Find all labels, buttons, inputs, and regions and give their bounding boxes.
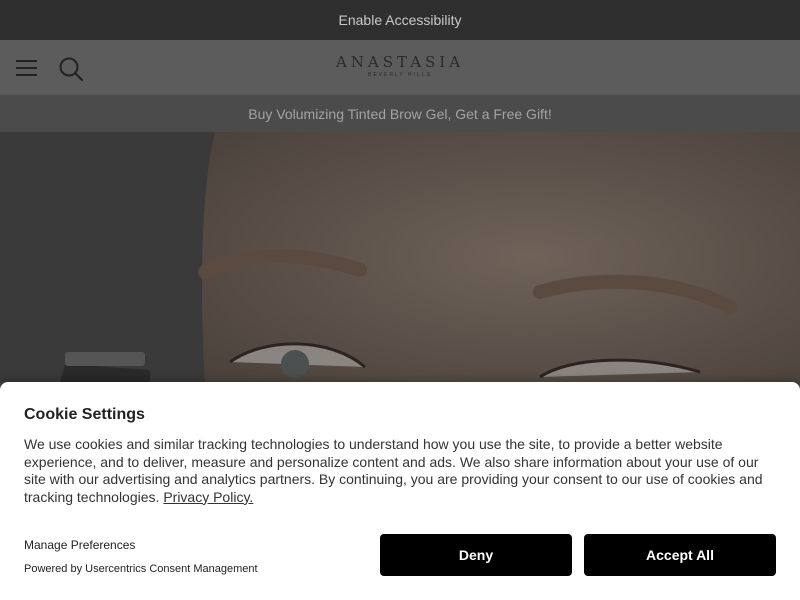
hamburger-menu-icon[interactable] — [16, 60, 37, 76]
cookie-settings-title: Cookie Settings — [24, 406, 145, 423]
hero-face-illustration — [0, 132, 800, 382]
enable-accessibility-label: Enable Accessibility — [338, 12, 462, 28]
privacy-policy-link[interactable]: Privacy Policy. — [163, 489, 253, 505]
promo-text: Buy Volumizing Tinted Brow Gel, Get a Fr… — [248, 105, 552, 122]
logo-wordmark: ANASTASIA — [335, 53, 465, 71]
deny-button[interactable]: Deny — [380, 534, 572, 576]
manage-preferences-link[interactable]: Manage Preferences — [24, 538, 135, 552]
enable-accessibility-button[interactable]: Enable Accessibility — [0, 0, 800, 40]
search-icon[interactable] — [58, 56, 84, 82]
promo-banner[interactable]: Buy Volumizing Tinted Brow Gel, Get a Fr… — [0, 95, 800, 132]
cookie-settings-description: We use cookies and similar tracking tech… — [24, 436, 776, 506]
hero-image — [0, 132, 800, 382]
cookie-settings-dialog: Cookie Settings We use cookies and simil… — [0, 382, 800, 600]
brand-logo[interactable]: ANASTASIA BEVERLY HILLS — [318, 52, 482, 82]
logo-subtitle: BEVERLY HILLS — [368, 72, 432, 78]
cookie-body-text: We use cookies and similar tracking tech… — [24, 436, 763, 505]
powered-by-text: Powered by Usercentrics Consent Manageme… — [24, 563, 258, 575]
accept-all-button[interactable]: Accept All — [584, 534, 776, 576]
